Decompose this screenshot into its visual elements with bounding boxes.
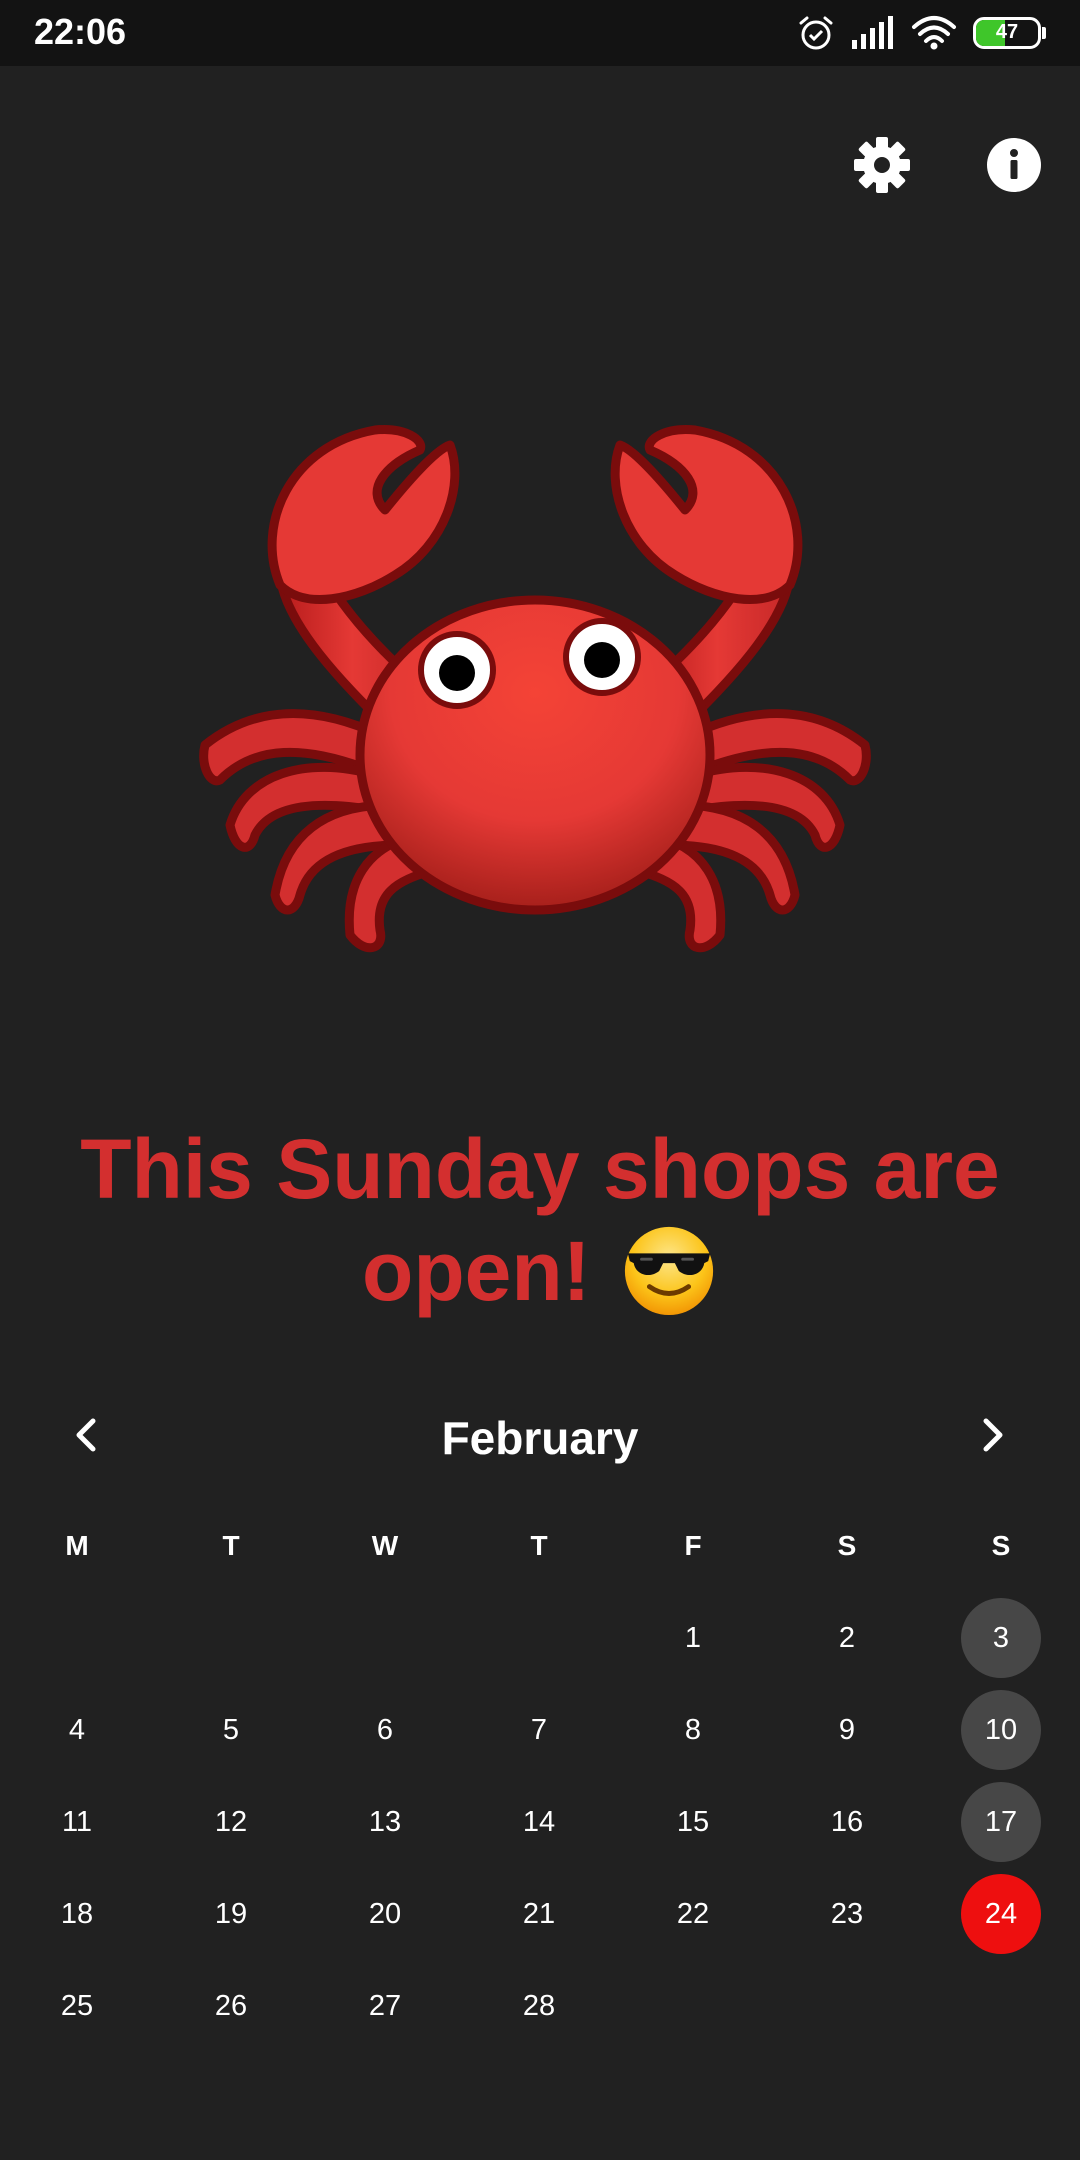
calendar-day[interactable]: 2	[807, 1598, 887, 1678]
calendar-day[interactable]: 15	[653, 1782, 733, 1862]
calendar-day[interactable]: 6	[345, 1690, 425, 1770]
wifi-icon	[912, 16, 956, 50]
calendar-day[interactable]: 28	[499, 1966, 579, 2046]
weekday-wednesday: W	[371, 1530, 399, 1561]
calendar-day[interactable]: 23	[807, 1874, 887, 1954]
calendar-day[interactable]: 20	[345, 1874, 425, 1954]
weekday-thursday: T	[530, 1530, 548, 1561]
next-month-button[interactable]	[962, 1405, 1022, 1465]
status-time: 22:06	[34, 11, 127, 52]
calendar-day-sunday[interactable]: 24	[961, 1874, 1041, 1954]
calendar-day-sunday[interactable]: 10	[961, 1690, 1041, 1770]
calendar-day[interactable]: 19	[191, 1874, 271, 1954]
calendar-day[interactable]: 18	[37, 1874, 117, 1954]
calendar-day-sunday[interactable]: 17	[961, 1782, 1041, 1862]
weekday-saturday: S	[837, 1530, 857, 1561]
battery-level: 47	[995, 21, 1019, 43]
calendar-day[interactable]: 22	[653, 1874, 733, 1954]
calendar-day[interactable]: 7	[499, 1690, 579, 1770]
weekday-sunday: S	[991, 1530, 1011, 1561]
calendar-header: February	[0, 1395, 1080, 1475]
weekday-monday: M	[65, 1530, 89, 1561]
info-button[interactable]	[984, 135, 1044, 195]
calendar-day[interactable]: 8	[653, 1690, 733, 1770]
settings-button[interactable]	[852, 135, 912, 195]
calendar-day[interactable]: 4	[37, 1690, 117, 1770]
status-icons: 47	[797, 12, 1046, 54]
smiling-face-with-sunglasses-icon	[624, 1226, 714, 1316]
calendar-day[interactable]: 1	[653, 1598, 733, 1678]
calendar-day[interactable]: 27	[345, 1966, 425, 2046]
calendar-day[interactable]: 25	[37, 1966, 117, 2046]
calendar-day[interactable]: 9	[807, 1690, 887, 1770]
chevron-right-icon	[983, 1418, 1003, 1452]
status-bar: 22:06 47	[0, 0, 1080, 66]
calendar-day[interactable]: 21	[499, 1874, 579, 1954]
calendar-day[interactable]: 12	[191, 1782, 271, 1862]
headline-text: This Sunday shops are open!	[80, 1122, 1000, 1318]
calendar-day[interactable]: 26	[191, 1966, 271, 2046]
calendar-day[interactable]: 16	[807, 1782, 887, 1862]
weekday-header-row: M T W T F S S	[0, 1518, 1080, 1578]
signal-icon	[852, 16, 893, 49]
calendar-day[interactable]: 14	[499, 1782, 579, 1862]
weekday-tuesday: T	[222, 1530, 240, 1561]
status-headline: This Sunday shops are open!	[60, 1118, 1020, 1322]
calendar-day-grid: 1 2 3 4 5 6 7 8 9 10 11 12 13 14 15 16 17 18 19 20 21 22 23 24 2…	[0, 0, 1080, 2160]
calendar-day[interactable]: 13	[345, 1782, 425, 1862]
battery-tip	[1042, 27, 1046, 39]
info-icon	[987, 138, 1041, 192]
alarm-icon	[799, 16, 833, 50]
month-title: February	[441, 1412, 639, 1464]
weekday-friday: F	[684, 1530, 702, 1561]
gear-icon	[854, 137, 910, 193]
crab-icon	[199, 425, 871, 953]
calendar-day[interactable]: 11	[37, 1782, 117, 1862]
calendar-day-sunday[interactable]: 3	[961, 1598, 1041, 1678]
battery-icon: 47	[973, 17, 1041, 49]
calendar-day[interactable]: 5	[191, 1690, 271, 1770]
